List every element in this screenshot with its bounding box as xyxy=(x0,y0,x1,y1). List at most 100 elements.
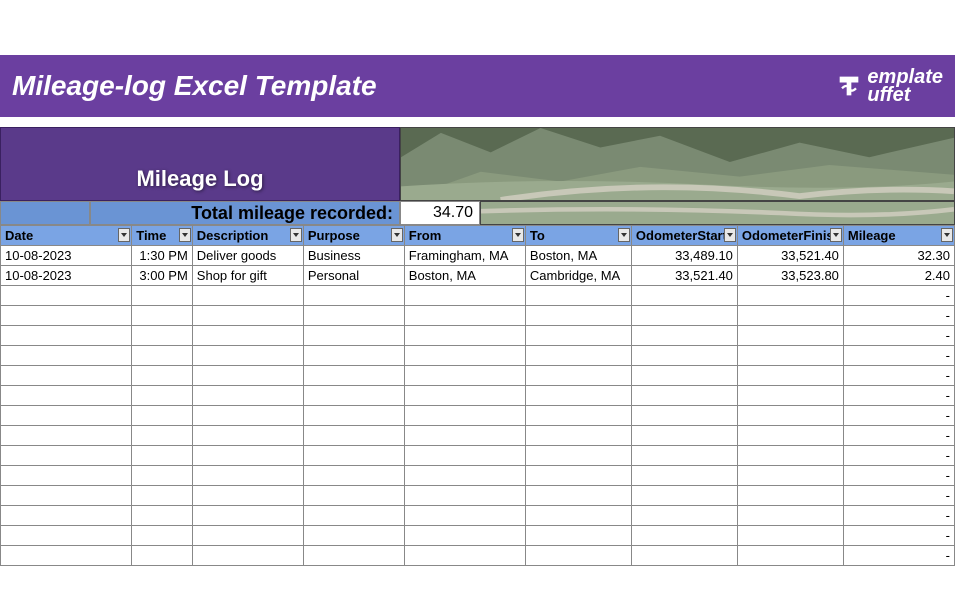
table-row[interactable]: 10-08-20233:00 PMShop for giftPersonalBo… xyxy=(1,266,955,286)
cell-to[interactable] xyxy=(525,486,631,506)
cell-time[interactable] xyxy=(132,366,193,386)
cell-date[interactable] xyxy=(1,506,132,526)
cell-mileage[interactable]: - xyxy=(843,386,954,406)
cell-ostart[interactable] xyxy=(631,506,737,526)
cell-date[interactable]: 10-08-2023 xyxy=(1,246,132,266)
cell-to[interactable] xyxy=(525,406,631,426)
cell-ofinish[interactable] xyxy=(737,386,843,406)
cell-date[interactable] xyxy=(1,286,132,306)
cell-date[interactable] xyxy=(1,366,132,386)
cell-desc[interactable] xyxy=(192,466,303,486)
cell-ofinish[interactable] xyxy=(737,486,843,506)
cell-to[interactable] xyxy=(525,346,631,366)
cell-to[interactable]: Boston, MA xyxy=(525,246,631,266)
cell-purpose[interactable] xyxy=(303,486,404,506)
cell-time[interactable]: 1:30 PM xyxy=(132,246,193,266)
cell-to[interactable] xyxy=(525,326,631,346)
cell-mileage[interactable]: 2.40 xyxy=(843,266,954,286)
cell-ostart[interactable] xyxy=(631,446,737,466)
cell-from[interactable] xyxy=(404,426,525,446)
column-header-mileage[interactable]: Mileage xyxy=(843,226,954,246)
cell-from[interactable] xyxy=(404,406,525,426)
table-row-empty[interactable]: - xyxy=(1,526,955,546)
cell-from[interactable] xyxy=(404,546,525,566)
column-header-purpose[interactable]: Purpose xyxy=(303,226,404,246)
cell-ofinish[interactable] xyxy=(737,326,843,346)
cell-time[interactable] xyxy=(132,326,193,346)
cell-to[interactable] xyxy=(525,526,631,546)
cell-to[interactable] xyxy=(525,506,631,526)
cell-to[interactable] xyxy=(525,446,631,466)
cell-ostart[interactable] xyxy=(631,466,737,486)
column-header-to[interactable]: To xyxy=(525,226,631,246)
cell-desc[interactable]: Shop for gift xyxy=(192,266,303,286)
cell-to[interactable] xyxy=(525,466,631,486)
table-row-empty[interactable]: - xyxy=(1,366,955,386)
filter-dropdown-icon[interactable] xyxy=(724,228,736,242)
cell-to[interactable] xyxy=(525,286,631,306)
cell-time[interactable] xyxy=(132,546,193,566)
cell-date[interactable] xyxy=(1,446,132,466)
cell-ostart[interactable] xyxy=(631,426,737,446)
cell-desc[interactable] xyxy=(192,486,303,506)
cell-purpose[interactable] xyxy=(303,406,404,426)
filter-dropdown-icon[interactable] xyxy=(618,228,630,242)
cell-mileage[interactable]: - xyxy=(843,446,954,466)
cell-time[interactable] xyxy=(132,426,193,446)
cell-from[interactable] xyxy=(404,346,525,366)
cell-mileage[interactable]: - xyxy=(843,466,954,486)
cell-ostart[interactable]: 33,521.40 xyxy=(631,266,737,286)
cell-purpose[interactable] xyxy=(303,466,404,486)
cell-date[interactable] xyxy=(1,406,132,426)
filter-dropdown-icon[interactable] xyxy=(830,228,842,242)
cell-from[interactable] xyxy=(404,466,525,486)
cell-time[interactable] xyxy=(132,526,193,546)
column-header-time[interactable]: Time xyxy=(132,226,193,246)
cell-ofinish[interactable] xyxy=(737,546,843,566)
cell-date[interactable] xyxy=(1,386,132,406)
cell-purpose[interactable]: Business xyxy=(303,246,404,266)
cell-date[interactable]: 10-08-2023 xyxy=(1,266,132,286)
cell-date[interactable] xyxy=(1,306,132,326)
cell-ofinish[interactable] xyxy=(737,506,843,526)
cell-ostart[interactable] xyxy=(631,366,737,386)
cell-purpose[interactable] xyxy=(303,426,404,446)
cell-date[interactable] xyxy=(1,426,132,446)
cell-to[interactable] xyxy=(525,426,631,446)
cell-ostart[interactable] xyxy=(631,406,737,426)
table-row-empty[interactable]: - xyxy=(1,306,955,326)
cell-desc[interactable] xyxy=(192,346,303,366)
table-row-empty[interactable]: - xyxy=(1,286,955,306)
cell-ostart[interactable] xyxy=(631,286,737,306)
cell-ofinish[interactable] xyxy=(737,466,843,486)
cell-desc[interactable] xyxy=(192,406,303,426)
table-row-empty[interactable]: - xyxy=(1,346,955,366)
cell-to[interactable] xyxy=(525,546,631,566)
cell-date[interactable] xyxy=(1,346,132,366)
column-header-desc[interactable]: Description xyxy=(192,226,303,246)
cell-desc[interactable] xyxy=(192,426,303,446)
cell-desc[interactable]: Deliver goods xyxy=(192,246,303,266)
table-row-empty[interactable]: - xyxy=(1,386,955,406)
cell-ofinish[interactable] xyxy=(737,426,843,446)
cell-ostart[interactable] xyxy=(631,486,737,506)
cell-to[interactable] xyxy=(525,306,631,326)
cell-to[interactable] xyxy=(525,386,631,406)
cell-ostart[interactable] xyxy=(631,306,737,326)
column-header-ofinish[interactable]: OdometerFinish xyxy=(737,226,843,246)
cell-purpose[interactable] xyxy=(303,506,404,526)
filter-dropdown-icon[interactable] xyxy=(179,228,191,242)
cell-purpose[interactable] xyxy=(303,446,404,466)
table-row-empty[interactable]: - xyxy=(1,506,955,526)
cell-mileage[interactable]: - xyxy=(843,426,954,446)
cell-from[interactable] xyxy=(404,366,525,386)
cell-ostart[interactable] xyxy=(631,326,737,346)
cell-ofinish[interactable]: 33,523.80 xyxy=(737,266,843,286)
cell-desc[interactable] xyxy=(192,286,303,306)
filter-dropdown-icon[interactable] xyxy=(290,228,302,242)
cell-ostart[interactable] xyxy=(631,386,737,406)
cell-mileage[interactable]: - xyxy=(843,526,954,546)
cell-from[interactable] xyxy=(404,326,525,346)
cell-purpose[interactable] xyxy=(303,366,404,386)
column-header-from[interactable]: From xyxy=(404,226,525,246)
